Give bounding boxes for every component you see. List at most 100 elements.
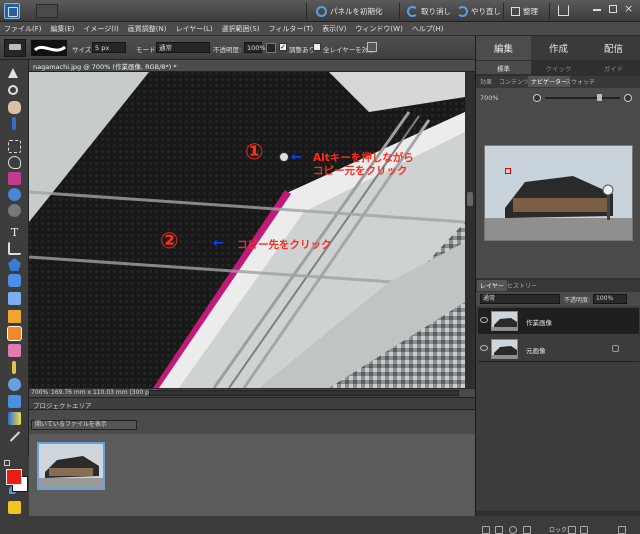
maximize-icon[interactable] <box>609 5 617 13</box>
hand-tool-icon[interactable] <box>8 101 21 114</box>
tab-full[interactable]: 標準 <box>476 61 531 74</box>
project-bin-title: プロジェクトエリア <box>33 402 92 410</box>
zoom-in-icon[interactable] <box>624 94 632 102</box>
paint-bucket-tool-icon[interactable] <box>8 395 21 408</box>
project-bin-select[interactable]: 開いているファイルを表示 <box>31 420 137 430</box>
layer-mask-icon[interactable] <box>523 526 531 534</box>
zoom-out-icon[interactable] <box>533 94 541 102</box>
foreground-color-swatch[interactable] <box>6 469 22 485</box>
red-eye-removal-icon[interactable] <box>8 292 21 305</box>
divider <box>306 3 307 19</box>
reset-icon <box>316 5 327 17</box>
tab-effects[interactable]: 効果 <box>477 76 495 87</box>
type-tool-icon[interactable]: T <box>8 226 21 239</box>
redo-button[interactable]: やり直し <box>457 4 501 18</box>
organize-button[interactable]: 整理 <box>511 4 538 18</box>
zoom-slider-thumb[interactable] <box>597 94 602 101</box>
undo-button[interactable]: 取り消し <box>407 4 451 18</box>
opacity-slider-button[interactable] <box>266 43 276 53</box>
lock-all-icon[interactable] <box>580 526 588 534</box>
layer-name: 元画像 <box>526 347 546 355</box>
lock-transparency-icon[interactable] <box>568 526 576 534</box>
tab-layers[interactable]: レイヤー <box>477 280 507 291</box>
new-layer-icon[interactable] <box>482 526 490 534</box>
tab-quick[interactable]: クイック <box>531 61 586 74</box>
tab-history[interactable]: ヒストリー <box>504 280 540 291</box>
project-thumbnail[interactable] <box>37 442 105 490</box>
menu-window[interactable]: ウィンドウ(W) <box>355 24 402 34</box>
eraser-tool-icon[interactable] <box>8 344 21 357</box>
home-icon[interactable] <box>558 5 569 16</box>
blend-mode-select[interactable]: 通常 <box>480 294 560 304</box>
all-layers-checkbox[interactable] <box>313 43 321 51</box>
eyedropper-tool-icon[interactable] <box>12 117 16 130</box>
zoom-slider[interactable] <box>545 97 620 99</box>
pencil-tool-icon[interactable] <box>12 361 16 374</box>
menu-file[interactable]: ファイル(F) <box>4 24 42 34</box>
navigator-view-box[interactable] <box>505 168 511 174</box>
navigator-preview[interactable] <box>484 145 633 241</box>
menu-view[interactable]: 表示(V) <box>322 24 346 34</box>
visibility-eye-icon[interactable] <box>480 345 488 351</box>
minimize-icon[interactable] <box>593 9 601 11</box>
line-tool-icon[interactable] <box>9 431 21 442</box>
layout-menu-button[interactable] <box>36 4 58 18</box>
brush-preview[interactable] <box>30 39 68 57</box>
size-field[interactable]: 5 px <box>92 42 126 53</box>
straighten-tool-icon[interactable] <box>8 274 21 287</box>
navigator-panel: 700% <box>476 88 640 278</box>
menu-help[interactable]: ヘルプ(H) <box>412 24 444 34</box>
horizontal-scrollbar[interactable] <box>149 390 459 396</box>
zoom-tool-icon[interactable] <box>8 85 18 95</box>
vertical-scrollbar[interactable] <box>465 72 475 388</box>
scroll-thumb[interactable] <box>467 192 473 206</box>
visibility-eye-icon[interactable] <box>480 317 488 323</box>
reset-panels-button[interactable]: パネルを初期化 <box>316 4 383 18</box>
delete-layer-icon[interactable] <box>618 526 626 534</box>
quick-selection-tool-icon[interactable] <box>8 172 21 185</box>
smart-brush-tool-icon[interactable] <box>8 378 21 391</box>
tab-swatches[interactable]: スウォッチ <box>562 76 598 87</box>
opacity-label: 不透明度: <box>213 46 242 54</box>
menu-filter[interactable]: フィルター(T) <box>269 24 314 34</box>
tab-edit[interactable]: 編集 <box>476 36 531 60</box>
menu-edit[interactable]: 編集(E) <box>51 24 75 34</box>
close-icon[interactable]: × <box>624 2 633 15</box>
new-group-icon[interactable] <box>495 526 503 534</box>
layer-opacity-label: 不透明度: <box>564 297 591 304</box>
tab-content[interactable]: コンテンツ <box>496 76 532 87</box>
opacity-field[interactable]: 100% <box>244 42 266 53</box>
tab-guided[interactable]: ガイド <box>586 61 640 74</box>
red-eye-tool-icon[interactable] <box>8 188 21 201</box>
tab-create[interactable]: 作成 <box>531 36 586 60</box>
aligned-checkbox[interactable]: ✓ <box>279 43 287 51</box>
layer-row[interactable]: 作業画像 <box>478 308 639 334</box>
menu-select[interactable]: 選択範囲(S) <box>222 24 260 34</box>
menu-enhance[interactable]: 画質調整(N) <box>128 24 167 34</box>
overlay-options-icon[interactable] <box>367 42 377 52</box>
step2-text: コピー先をクリック <box>237 239 332 251</box>
mode-select[interactable]: 通常 <box>156 42 210 53</box>
lasso-tool-icon[interactable] <box>8 156 21 169</box>
cookie-cutter-tool-icon[interactable] <box>8 258 21 271</box>
menu-image[interactable]: イメージ(I) <box>83 24 118 34</box>
tab-share[interactable]: 配信 <box>586 36 640 60</box>
default-colors-icon[interactable] <box>4 460 10 466</box>
crop-tool-icon[interactable] <box>8 242 21 255</box>
spot-healing-tool-icon[interactable] <box>8 204 21 217</box>
brush-tool-icon[interactable] <box>8 310 21 323</box>
menu-layer[interactable]: レイヤー(L) <box>175 24 212 34</box>
adjustment-layer-icon[interactable] <box>509 526 517 534</box>
layer-row[interactable]: 元画像 <box>478 336 639 362</box>
right-panel: 編集 作成 配信 標準 クイック ガイド 効果 コンテンツ ナビゲーター スウォ… <box>475 36 640 534</box>
move-tool-icon[interactable] <box>8 68 18 78</box>
image-canvas[interactable]: ① ② ← ← Altキーを押しながら コピー元をクリック コピー先をクリック <box>29 72 465 388</box>
clone-stamp-tool-icon[interactable] <box>7 326 22 341</box>
sponge-tool-icon[interactable] <box>8 501 21 514</box>
layer-opacity-field[interactable]: 100% <box>593 294 627 304</box>
marquee-tool-icon[interactable] <box>8 140 21 153</box>
gradient-tool-icon[interactable] <box>8 412 21 425</box>
redo-icon <box>457 5 468 17</box>
clone-stamp-tool-icon[interactable] <box>4 39 26 57</box>
document-tab[interactable]: nagamachi.jpg @ 700% (作業画像, RGB/8*) * <box>29 60 475 72</box>
